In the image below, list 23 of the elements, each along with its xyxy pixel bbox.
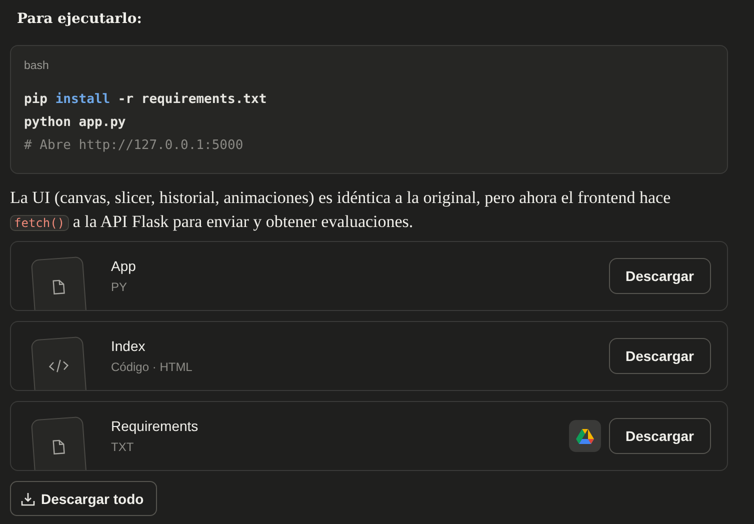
download-button[interactable]: Descargar xyxy=(608,338,711,374)
download-icon xyxy=(21,492,35,506)
download-button[interactable]: Descargar xyxy=(608,258,711,294)
drive-button[interactable] xyxy=(568,420,600,452)
code-line: python app.py xyxy=(24,114,126,132)
description-paragraph: La UI (canvas, slicer, historial, animaciones) es idéntica a la original, pero ahora el frontend hace fetch() a la API Flask para enviar y obtener evaluaciones. xyxy=(10,187,672,233)
section-heading: Para ejecutarlo: xyxy=(16,10,143,29)
file-icon xyxy=(51,438,66,456)
file-icon xyxy=(51,278,66,296)
download-all-button[interactable]: Descargar todo xyxy=(10,481,157,516)
code-line: # Abre http://127.0.0.1:5000 xyxy=(24,137,244,155)
file-name: Index xyxy=(111,338,146,354)
inline-code: fetch() xyxy=(10,215,69,231)
triangle-logo-icon xyxy=(576,428,594,444)
file-type: TXT xyxy=(111,440,135,454)
file-type: PY xyxy=(111,280,128,294)
download-button[interactable]: Descargar xyxy=(608,418,711,454)
file-type: Código · HTML xyxy=(111,360,194,374)
file-name: App xyxy=(111,258,137,274)
code-language: bash xyxy=(24,60,50,72)
code-line: pip install -r requirements.txt xyxy=(24,91,267,109)
code-icon xyxy=(48,358,70,374)
file-name: Requirements xyxy=(111,418,200,434)
